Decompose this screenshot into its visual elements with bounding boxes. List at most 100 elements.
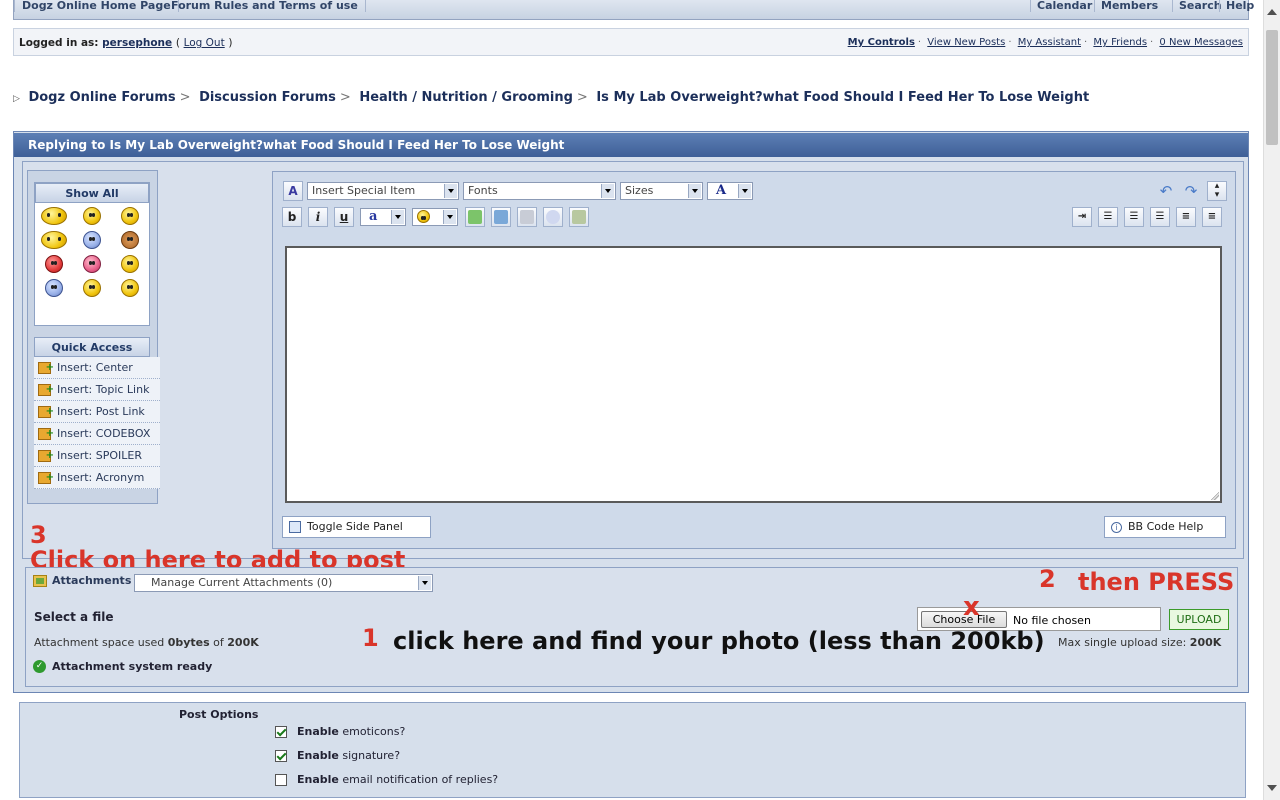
quick-access-header: Quick Access bbox=[34, 337, 150, 357]
insert-icon bbox=[38, 424, 54, 444]
page-scrollbar[interactable] bbox=[1263, 0, 1280, 800]
scroll-thumb[interactable] bbox=[1266, 30, 1278, 145]
emoticon-laugh-icon[interactable] bbox=[121, 255, 139, 273]
chevron-down-icon bbox=[601, 184, 614, 198]
remove-format-icon[interactable]: A bbox=[283, 181, 303, 201]
align-left-icon[interactable]: ☰ bbox=[1098, 207, 1118, 227]
undo-icon[interactable]: ↶ bbox=[1157, 182, 1175, 200]
emoticon-camera-icon[interactable] bbox=[41, 231, 67, 249]
logout-link[interactable]: Log Out bbox=[184, 37, 225, 49]
user-links: My Controls · View New Posts · My Assistan… bbox=[847, 37, 1243, 48]
logged-in-info: Logged in as: persephone ( Log Out ) bbox=[19, 37, 233, 49]
attachment-folder-icon bbox=[33, 574, 47, 587]
emoticon-sad-icon[interactable] bbox=[45, 279, 63, 297]
annotation-step2-text: then PRESS bbox=[1078, 568, 1235, 596]
nav-forum-rules-link[interactable]: Forum Rules and Terms of use bbox=[164, 0, 366, 12]
emoticon-cat-icon[interactable] bbox=[121, 231, 139, 249]
scroll-down-icon[interactable] bbox=[1267, 785, 1277, 796]
resize-handle-icon[interactable] bbox=[1211, 492, 1219, 500]
breadcrumb-topic[interactable]: Is My Lab Overweight?what Food Should I … bbox=[596, 90, 1089, 105]
align-center-icon[interactable]: ☰ bbox=[1124, 207, 1144, 227]
my-friends-link[interactable]: My Friends bbox=[1093, 37, 1147, 48]
insert-link-icon[interactable] bbox=[465, 207, 485, 227]
space-of: of bbox=[213, 636, 224, 649]
attachments-header: Attachments bbox=[33, 574, 131, 587]
breadcrumb-discussion[interactable]: Discussion Forums bbox=[199, 90, 336, 105]
show-all-button[interactable]: Show All bbox=[35, 183, 149, 203]
emoticon-grin-icon[interactable] bbox=[121, 207, 139, 225]
resize-toggle-icon[interactable]: ▴ ▾ bbox=[1207, 181, 1227, 201]
quick-item-label: Insert: CODEBOX bbox=[57, 426, 151, 440]
annotation-step1-number: 1 bbox=[362, 624, 379, 652]
space-total: 200K bbox=[227, 636, 259, 649]
username-link[interactable]: persephone bbox=[102, 37, 172, 49]
nav-members-link[interactable]: Members bbox=[1094, 0, 1164, 12]
breadcrumb-forums[interactable]: Dogz Online Forums bbox=[28, 90, 175, 105]
attachment-status: ✓ Attachment system ready bbox=[33, 660, 212, 673]
insert-image-icon[interactable] bbox=[491, 207, 511, 227]
align-right-icon[interactable]: ☰ bbox=[1150, 207, 1170, 227]
select-file-label: Select a file bbox=[34, 610, 114, 624]
emoticon-wave-icon[interactable] bbox=[41, 207, 67, 225]
underline-button[interactable]: u bbox=[334, 207, 354, 227]
nav-help-link[interactable]: Help bbox=[1219, 0, 1260, 12]
chevron-down-icon bbox=[418, 576, 431, 590]
emoticon-angry-icon[interactable] bbox=[45, 255, 63, 273]
quick-item-label: Insert: Center bbox=[57, 360, 133, 374]
manage-attachments-select[interactable]: Manage Current Attachments (0) bbox=[134, 574, 433, 592]
email-notify-checkbox[interactable] bbox=[275, 773, 287, 786]
emoticon-smile-icon[interactable] bbox=[83, 279, 101, 297]
my-assistant-link[interactable]: My Assistant bbox=[1018, 37, 1081, 48]
text-color-select[interactable]: a bbox=[360, 208, 406, 226]
quick-insert-center[interactable]: Insert: Center bbox=[34, 357, 160, 379]
chevron-down-icon bbox=[443, 210, 456, 224]
quick-insert-topic-link[interactable]: Insert: Topic Link bbox=[34, 379, 160, 401]
font-color-select[interactable]: A bbox=[707, 182, 753, 200]
special-item-select[interactable]: Insert Special Item bbox=[307, 182, 459, 200]
side-panel-icon bbox=[289, 521, 301, 533]
bb-code-help-button[interactable]: i BB Code Help bbox=[1104, 516, 1226, 538]
emoticons-checkbox[interactable] bbox=[275, 725, 287, 738]
sizes-select[interactable]: Sizes bbox=[620, 182, 703, 200]
breadcrumb-health[interactable]: Health / Nutrition / Grooming bbox=[359, 90, 573, 105]
indent-icon[interactable]: ⇥ bbox=[1072, 207, 1092, 227]
post-textarea[interactable] bbox=[285, 246, 1222, 503]
post-options-list: Enable emoticons? Enable signature? Enab… bbox=[275, 725, 498, 786]
emoticon-confused-icon[interactable] bbox=[83, 207, 101, 225]
bold-button[interactable]: b bbox=[282, 207, 302, 227]
quick-insert-spoiler[interactable]: Insert: SPOILER bbox=[34, 445, 160, 467]
emoticon-blush-icon[interactable] bbox=[83, 255, 101, 273]
insert-code-icon[interactable] bbox=[569, 207, 589, 227]
chevron-down-icon bbox=[688, 184, 701, 198]
view-new-posts-link[interactable]: View New Posts bbox=[927, 37, 1005, 48]
emoticon-dizzy-icon[interactable] bbox=[121, 279, 139, 297]
attachment-status-text: Attachment system ready bbox=[52, 660, 213, 673]
max-upload-value: 200K bbox=[1189, 636, 1222, 649]
italic-button[interactable]: i bbox=[308, 207, 328, 227]
upload-button[interactable]: UPLOAD bbox=[1169, 609, 1229, 630]
bullet-list-icon[interactable]: ≡ bbox=[1202, 207, 1222, 227]
option-label-bold: Enable bbox=[297, 749, 339, 762]
option-label: email notification of replies? bbox=[342, 773, 499, 786]
emoticon-shocked-icon[interactable] bbox=[83, 231, 101, 249]
insert-email-icon[interactable] bbox=[517, 207, 537, 227]
quick-insert-codebox[interactable]: Insert: CODEBOX bbox=[34, 423, 160, 445]
toggle-side-panel-button[interactable]: Toggle Side Panel bbox=[282, 516, 431, 538]
nav-calendar-link[interactable]: Calendar bbox=[1030, 0, 1098, 12]
numbered-list-icon[interactable]: ≡ bbox=[1176, 207, 1196, 227]
option-label-bold: Enable bbox=[297, 725, 339, 738]
logged-in-label: Logged in as: bbox=[19, 37, 99, 49]
fonts-select[interactable]: Fonts bbox=[463, 182, 616, 200]
insert-icon bbox=[38, 358, 54, 378]
my-controls-link[interactable]: My Controls bbox=[848, 37, 915, 48]
new-messages-link[interactable]: 0 New Messages bbox=[1159, 37, 1243, 48]
nav-home-link[interactable]: Dogz Online Home Page bbox=[14, 0, 179, 12]
scroll-up-icon[interactable] bbox=[1267, 4, 1277, 15]
smiley-icon bbox=[417, 210, 430, 223]
quick-insert-post-link[interactable]: Insert: Post Link bbox=[34, 401, 160, 423]
quick-insert-acronym[interactable]: Insert: Acronym bbox=[34, 467, 160, 489]
emoticon-select[interactable] bbox=[412, 208, 458, 226]
redo-icon[interactable]: ↷ bbox=[1182, 182, 1200, 200]
insert-quote-icon[interactable] bbox=[543, 207, 563, 227]
signature-checkbox[interactable] bbox=[275, 749, 287, 762]
